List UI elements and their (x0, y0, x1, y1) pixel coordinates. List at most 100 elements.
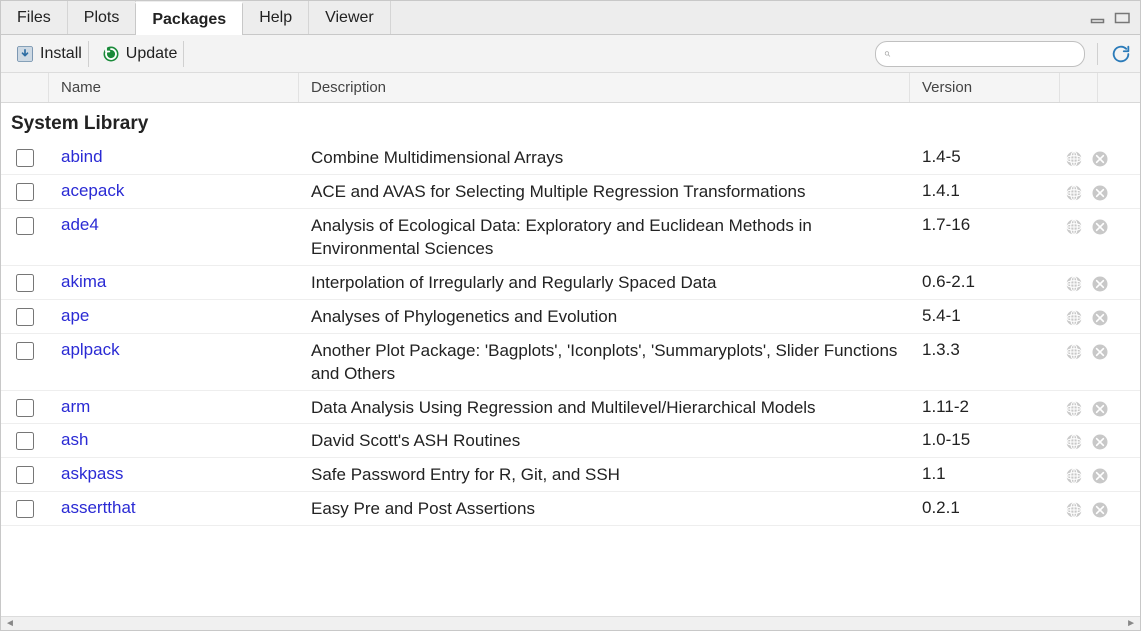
package-version: 0.2.1 (910, 496, 1060, 518)
update-button[interactable]: Update (95, 41, 185, 67)
window-controls (1090, 1, 1140, 34)
remove-icon[interactable] (1090, 342, 1110, 362)
search-input[interactable] (895, 46, 1076, 62)
package-version: 0.6-2.1 (910, 270, 1060, 292)
globe-icon[interactable] (1064, 500, 1084, 520)
package-name-link[interactable]: acepack (61, 181, 124, 200)
maximize-pane-icon[interactable] (1114, 11, 1132, 25)
packages-pane: FilesPlotsPackagesHelpViewer Install Upd… (0, 0, 1141, 631)
package-name-link[interactable]: assertthat (61, 498, 136, 517)
package-description: Another Plot Package: 'Bagplots', 'Iconp… (299, 338, 910, 386)
remove-icon[interactable] (1090, 217, 1110, 237)
scroll-right-arrow[interactable]: ► (1126, 618, 1136, 629)
remove-icon[interactable] (1090, 466, 1110, 486)
column-description-label: Description (311, 79, 386, 96)
install-label: Install (40, 45, 82, 63)
package-search[interactable] (875, 41, 1085, 67)
packages-toolbar: Install Update (1, 35, 1140, 73)
package-row: ape Analyses of Phylogenetics and Evoluti… (1, 300, 1140, 334)
column-name[interactable]: Name (49, 73, 299, 102)
tab-help[interactable]: Help (243, 1, 309, 34)
globe-icon[interactable] (1064, 149, 1084, 169)
package-checkbox[interactable] (16, 308, 34, 326)
package-name-link[interactable]: askpass (61, 464, 123, 483)
tab-packages[interactable]: Packages (135, 2, 243, 35)
toolbar-separator (1097, 43, 1098, 65)
column-description[interactable]: Description (299, 73, 910, 102)
remove-icon[interactable] (1090, 500, 1110, 520)
install-icon (15, 44, 35, 64)
pane-tabs-bar: FilesPlotsPackagesHelpViewer (1, 1, 1140, 35)
remove-icon[interactable] (1090, 183, 1110, 203)
minimize-pane-icon[interactable] (1090, 11, 1108, 25)
package-name-link[interactable]: aplpack (61, 340, 120, 359)
package-version: 5.4-1 (910, 304, 1060, 326)
tab-plots[interactable]: Plots (68, 1, 137, 34)
horizontal-scrollbar[interactable]: ◄ ► (1, 616, 1140, 630)
globe-icon[interactable] (1064, 466, 1084, 486)
package-description: Data Analysis Using Regression and Multi… (299, 395, 910, 420)
package-checkbox[interactable] (16, 183, 34, 201)
package-name-link[interactable]: akima (61, 272, 106, 291)
globe-icon[interactable] (1064, 274, 1084, 294)
remove-icon[interactable] (1090, 432, 1110, 452)
packages-list[interactable]: System Library abindCombine Multidimensi… (1, 103, 1140, 616)
package-name-link[interactable]: abind (61, 147, 103, 166)
package-checkbox[interactable] (16, 342, 34, 360)
package-version: 1.11-2 (910, 395, 1060, 417)
package-checkbox[interactable] (16, 500, 34, 518)
package-version: 1.7-16 (910, 213, 1060, 235)
package-description: Analyses of Phylogenetics and Evolution (299, 304, 910, 329)
package-description: Safe Password Entry for R, Git, and SSH (299, 462, 910, 487)
remove-icon[interactable] (1090, 149, 1110, 169)
package-name-link[interactable]: ape (61, 306, 89, 325)
tab-viewer[interactable]: Viewer (309, 1, 391, 34)
globe-icon[interactable] (1064, 399, 1084, 419)
package-checkbox[interactable] (16, 217, 34, 235)
globe-icon[interactable] (1064, 432, 1084, 452)
package-description: Analysis of Ecological Data: Exploratory… (299, 213, 910, 261)
package-checkbox[interactable] (16, 149, 34, 167)
package-row: abindCombine Multidimensional Arrays1.4-… (1, 141, 1140, 175)
package-version: 1.1 (910, 462, 1060, 484)
package-row: ash David Scott's ASH Routines1.0-15 (1, 424, 1140, 458)
remove-icon[interactable] (1090, 274, 1110, 294)
globe-icon[interactable] (1064, 342, 1084, 362)
package-checkbox[interactable] (16, 399, 34, 417)
package-name-link[interactable]: ash (61, 430, 88, 449)
package-row: aplpack Another Plot Package: 'Bagplots',… (1, 334, 1140, 391)
package-checkbox[interactable] (16, 274, 34, 292)
tab-files[interactable]: Files (1, 1, 68, 34)
package-row: arm Data Analysis Using Regression and Mu… (1, 391, 1140, 425)
package-description: David Scott's ASH Routines (299, 428, 910, 453)
package-checkbox[interactable] (16, 432, 34, 450)
package-version: 1.3.3 (910, 338, 1060, 360)
column-headers: Name Description Version (1, 73, 1140, 103)
remove-icon[interactable] (1090, 399, 1110, 419)
package-checkbox[interactable] (16, 466, 34, 484)
scroll-left-arrow[interactable]: ◄ (5, 618, 15, 629)
package-name-link[interactable]: arm (61, 397, 90, 416)
remove-icon[interactable] (1090, 308, 1110, 328)
globe-icon[interactable] (1064, 217, 1084, 237)
package-version: 1.4-5 (910, 145, 1060, 167)
column-version-label: Version (922, 79, 972, 96)
column-web (1060, 73, 1098, 102)
update-icon (101, 44, 121, 64)
tabs-spacer (391, 1, 1090, 34)
globe-icon[interactable] (1064, 183, 1084, 203)
package-version: 1.4.1 (910, 179, 1060, 201)
update-label: Update (126, 45, 178, 63)
column-version[interactable]: Version (910, 73, 1060, 102)
package-version: 1.0-15 (910, 428, 1060, 450)
install-button[interactable]: Install (9, 41, 89, 67)
package-row: acepackACE and AVAS for Selecting Multip… (1, 175, 1140, 209)
package-row: akimaInterpolation of Irregularly and Re… (1, 266, 1140, 300)
package-description: Easy Pre and Post Assertions (299, 496, 910, 521)
globe-icon[interactable] (1064, 308, 1084, 328)
package-row: askpass Safe Password Entry for R, Git, a… (1, 458, 1140, 492)
section-header: System Library (1, 103, 1140, 141)
package-name-link[interactable]: ade4 (61, 215, 99, 234)
refresh-button[interactable] (1110, 43, 1132, 65)
search-icon (884, 46, 891, 62)
